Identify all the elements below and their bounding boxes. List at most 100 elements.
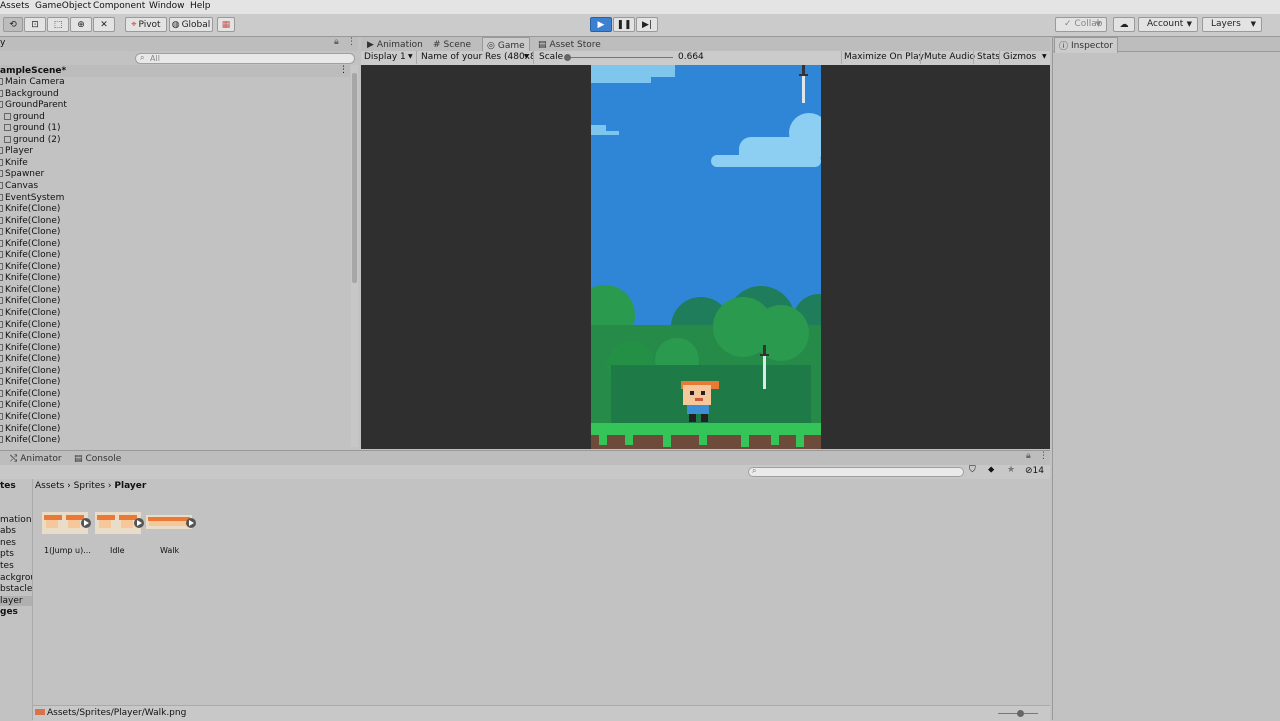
step-button[interactable]: ▶| — [636, 17, 658, 32]
hierarchy-scroll-thumb[interactable] — [352, 73, 357, 283]
grid-snap-button[interactable]: ▦ — [217, 17, 235, 32]
asset-walk[interactable]: Walk — [145, 509, 197, 561]
lock-icon[interactable]: 🔒︎ — [1026, 451, 1031, 461]
hierarchy-item[interactable]: Knife(Clone) — [0, 343, 60, 354]
gizmos-dropdown[interactable]: Gizmos ▼ — [999, 51, 1051, 64]
project-folder-item[interactable]: mations — [0, 515, 32, 525]
lock-icon[interactable]: 🔒︎ — [334, 37, 339, 47]
scale-slider[interactable] — [564, 54, 673, 61]
hierarchy-item[interactable]: Background — [0, 89, 59, 100]
project-folder-item[interactable]: ackgrou — [0, 573, 32, 583]
hierarchy-item[interactable]: Knife(Clone) — [0, 308, 60, 319]
hierarchy-item[interactable]: ground (1) — [0, 123, 60, 134]
project-folder-item[interactable]: bstacles — [0, 584, 32, 594]
project-search-input[interactable]: ⌕ — [748, 466, 964, 477]
global-button[interactable]: ◍ Global — [169, 17, 213, 32]
menu-assets[interactable]: Assets — [0, 1, 29, 11]
project-folder-item[interactable]: tes — [0, 561, 14, 571]
hierarchy-tab[interactable]: y — [0, 38, 5, 48]
hierarchy-item[interactable]: Knife(Clone) — [0, 296, 60, 307]
hierarchy-item[interactable]: Knife(Clone) — [0, 435, 60, 446]
asset-jump[interactable]: 1(Jump u)... — [40, 509, 92, 561]
resolution-dropdown[interactable]: Name of your Res (480x8 ▼ — [418, 51, 534, 64]
transform-tool-button[interactable]: ⊕ — [70, 17, 92, 32]
menu-component[interactable]: Component — [93, 1, 145, 11]
tab-scene[interactable]: # Scene — [429, 38, 475, 52]
hierarchy-item[interactable]: Knife(Clone) — [0, 377, 60, 388]
mute-audio-toggle[interactable]: Mute Audio — [920, 51, 975, 64]
menu-window[interactable]: Window — [149, 1, 185, 11]
hierarchy-item[interactable]: Knife(Clone) — [0, 216, 60, 227]
hidden-count[interactable]: ⊘14 — [1025, 466, 1044, 476]
filter-label-icon[interactable]: ⬥ — [988, 465, 994, 475]
hierarchy-item[interactable]: Player — [0, 146, 33, 157]
hierarchy-item[interactable]: Knife(Clone) — [0, 320, 60, 331]
more-icon[interactable]: ⋮ — [347, 37, 356, 47]
hierarchy-scrollbar[interactable] — [351, 65, 358, 447]
custom-tool-button[interactable]: ✕ — [93, 17, 115, 32]
menu-gameobject[interactable]: GameObject — [35, 1, 91, 11]
breadcrumb-player[interactable]: Player — [114, 481, 146, 491]
hierarchy-item[interactable]: Knife(Clone) — [0, 354, 60, 365]
scene-name: ampleScene* — [0, 66, 67, 76]
hierarchy-item[interactable]: ground — [0, 112, 45, 123]
breadcrumb-sprites[interactable]: Sprites — [74, 481, 105, 491]
cloud-button[interactable]: ☁ — [1113, 17, 1135, 32]
scale-slider-handle[interactable] — [564, 54, 571, 61]
filter-type-icon[interactable]: ⛉ — [969, 465, 976, 475]
hierarchy-item[interactable]: Main Camera — [0, 77, 65, 88]
tab-animator[interactable]: ⤭ Animator — [6, 452, 66, 466]
hierarchy-item[interactable]: Knife(Clone) — [0, 262, 60, 273]
hierarchy-item[interactable]: Knife(Clone) — [0, 412, 60, 423]
hierarchy-item[interactable]: Knife(Clone) — [0, 366, 60, 377]
favorite-icon[interactable]: ★ — [1007, 465, 1015, 475]
thumbnail-size-handle[interactable] — [1017, 710, 1024, 717]
hierarchy-search-input[interactable]: ⌕ All — [135, 53, 355, 64]
project-folder-item[interactable]: pts — [0, 549, 14, 559]
scale-tool-button[interactable]: ⊡ — [24, 17, 46, 32]
hierarchy-item[interactable]: Knife(Clone) — [0, 227, 60, 238]
hierarchy-item[interactable]: EventSystem — [0, 193, 64, 204]
hierarchy-item[interactable]: Knife — [0, 158, 28, 169]
hierarchy-item[interactable]: Knife(Clone) — [0, 331, 60, 342]
hierarchy-item[interactable]: Knife(Clone) — [0, 389, 60, 400]
asset-idle[interactable]: Idle — [93, 509, 145, 561]
scene-menu-icon[interactable]: ⋮ — [339, 65, 348, 75]
stats-toggle[interactable]: Stats — [973, 51, 1000, 64]
hierarchy-item[interactable]: ground (2) — [0, 135, 60, 146]
tab-asset-store[interactable]: ▤ Asset Store — [534, 38, 605, 52]
project-folder-item[interactable]: nes — [0, 538, 16, 548]
display-dropdown[interactable]: Display 1 ▼ — [361, 51, 417, 64]
hierarchy-item[interactable]: Knife(Clone) — [0, 250, 60, 261]
hierarchy-item[interactable]: Knife(Clone) — [0, 273, 60, 284]
project-folder-item[interactable]: layer — [0, 595, 32, 606]
play-button[interactable]: ▶ — [590, 17, 612, 32]
pause-button[interactable]: ❚❚ — [613, 17, 635, 32]
rect-tool-button[interactable]: ⬚ — [47, 17, 69, 32]
tab-inspector[interactable]: ⓘ Inspector — [1054, 37, 1118, 53]
tab-console[interactable]: ▤ Console — [70, 452, 125, 466]
maximize-on-play-toggle[interactable]: Maximize On Play — [841, 51, 924, 64]
account-dropdown[interactable]: Account ▼ — [1138, 17, 1198, 32]
tab-animation[interactable]: ▶ Animation — [363, 38, 427, 52]
thumbnail-size-slider[interactable] — [998, 710, 1038, 717]
hierarchy-item[interactable]: Knife(Clone) — [0, 239, 60, 250]
project-folder-item[interactable]: ges — [0, 607, 18, 617]
hierarchy-item[interactable]: Knife(Clone) — [0, 424, 60, 435]
scene-row[interactable]: ampleScene* ⋮ — [0, 65, 350, 77]
rotate-tool-button[interactable]: ⟲ — [3, 17, 23, 32]
more-icon[interactable]: ⋮ — [1039, 451, 1048, 461]
game-view-viewport[interactable] — [361, 65, 1050, 449]
hierarchy-item[interactable]: Knife(Clone) — [0, 285, 60, 296]
collab-dropdown[interactable]: ✓ Collab ▼ — [1055, 17, 1107, 32]
layers-dropdown[interactable]: Layers ▼ — [1202, 17, 1262, 32]
project-folder-item[interactable]: abs — [0, 526, 16, 536]
breadcrumb-assets[interactable]: Assets — [35, 481, 64, 491]
hierarchy-item[interactable]: Knife(Clone) — [0, 400, 60, 411]
hierarchy-item[interactable]: Spawner — [0, 169, 44, 180]
hierarchy-item[interactable]: Knife(Clone) — [0, 204, 60, 215]
hierarchy-item[interactable]: Canvas — [0, 181, 38, 192]
hierarchy-item[interactable]: GroundParent — [0, 100, 67, 111]
menu-help[interactable]: Help — [190, 1, 211, 11]
pivot-button[interactable]: ⌖ Pivot — [125, 17, 167, 32]
